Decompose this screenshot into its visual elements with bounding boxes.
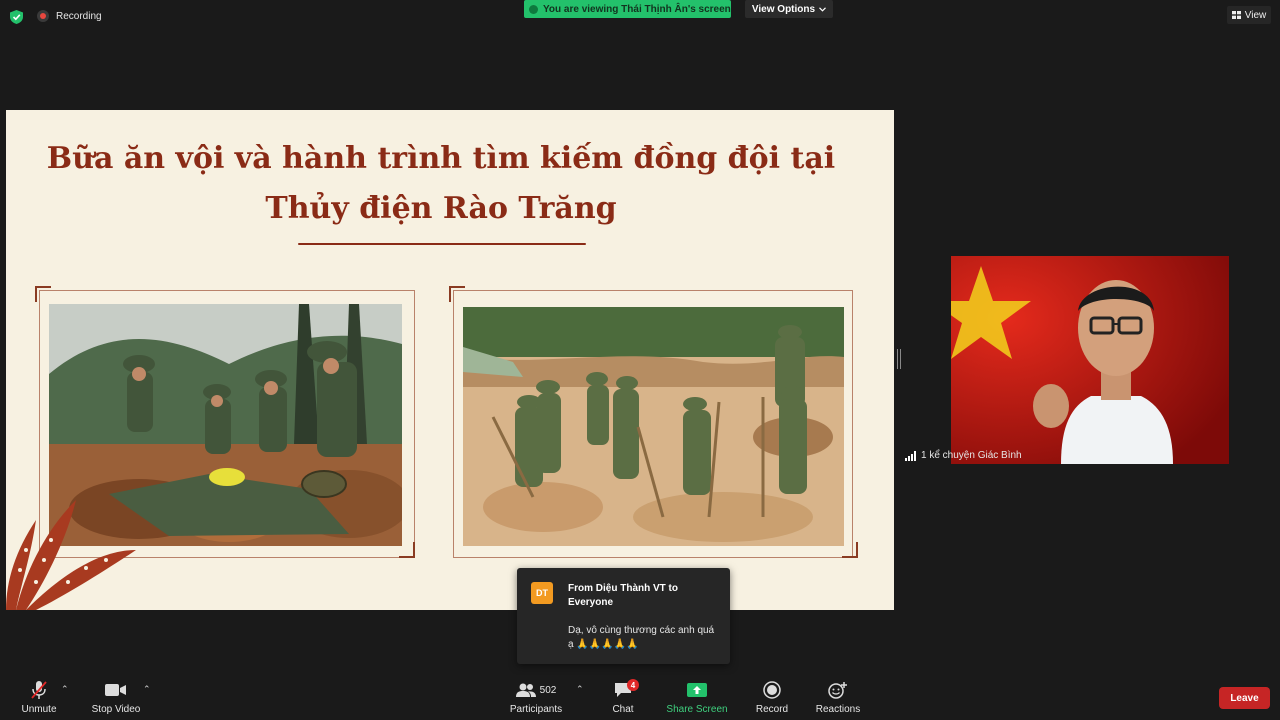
video-options-caret[interactable]: ⌃ [143,684,151,695]
participants-label: Participants [509,704,563,715]
shared-slide: Bữa ăn vội và hành trình tìm kiếm đồng đ… [6,110,894,610]
grid-view-icon [1231,11,1241,19]
view-label: View [1244,9,1267,21]
frame-corner [449,286,465,302]
record-icon [763,681,781,699]
reactions-label: Reactions [815,704,861,715]
recording-label: Recording [56,10,102,22]
chat-message: Dạ, vô cùng thương các anh quá ạ 🙏🙏🙏🙏🙏 [568,625,715,650]
chat-sender: From Diệu Thành VT to Everyone [568,583,678,608]
chat-unread-badge: 4 [627,679,639,691]
audio-options-caret[interactable]: ⌃ [61,684,69,695]
screen-share-dot-icon [529,4,538,14]
signal-icon [905,450,916,461]
reaction-emoji-icon [828,682,847,699]
view-layout-button[interactable]: View [1227,6,1271,24]
shield-check-icon[interactable] [10,10,23,24]
participant-name-label: 1 kể chuyện Giác Bình [905,450,1022,461]
view-options-label: View Options [751,3,816,15]
frame-corner [842,542,858,558]
slide-title-line-2: Thủy điện Rào Trăng [265,191,617,226]
record-label: Record [755,704,789,715]
stop-video-label: Stop Video [91,704,141,715]
unmute-button[interactable]: Unmute [18,680,60,715]
title-underline [298,243,586,245]
decorative-leaf-graphic [6,500,136,610]
zoom-meeting-window: Recording You are viewing Thái Thịnh Ân'… [0,0,1280,720]
mic-muted-icon [31,681,47,699]
participants-count: 502 [539,684,557,696]
participant-video-feed [951,256,1229,464]
chat-notification-popup[interactable]: DT From Diệu Thành VT to Everyone Dạ, vô… [517,568,730,664]
participant-video-tile[interactable] [951,256,1229,464]
stop-video-button[interactable]: Stop Video [88,680,144,715]
photo-soldiers-digging-image [463,307,844,546]
reactions-button[interactable]: Reactions [815,680,861,715]
photo-soldiers-digging [463,307,844,546]
participant-name: 1 kể chuyện Giác Bình [921,450,1022,461]
frame-corner [35,286,51,302]
slide-title: Bữa ăn vội và hành trình tìm kiếm đồng đ… [6,134,876,234]
chevron-down-icon [819,6,827,12]
viewing-screen-banner: You are viewing Thái Thịnh Ân's screen [524,0,731,18]
record-button[interactable]: Record [754,680,790,715]
share-screen-label: Share Screen [666,704,728,715]
slide-title-line-1: Bữa ăn vội và hành trình tìm kiếm đồng đ… [46,141,836,176]
share-screen-button[interactable]: Share Screen [666,680,728,715]
view-options-button[interactable]: View Options [745,0,833,18]
split-view-handle[interactable] [897,349,901,369]
avatar: DT [531,582,553,604]
participants-button[interactable]: 502 Participants [506,680,566,715]
viewing-banner-text: You are viewing Thái Thịnh Ân's screen [543,3,731,15]
chat-label: Chat [612,704,634,715]
record-dot-icon [37,10,49,22]
share-screen-icon [687,683,707,697]
participants-options-caret[interactable]: ⌃ [576,684,584,695]
video-camera-icon [105,684,126,696]
participants-icon [515,683,536,697]
unmute-label: Unmute [21,704,57,715]
recording-indicator[interactable]: Recording [37,10,102,22]
leave-button[interactable]: Leave [1219,687,1270,709]
